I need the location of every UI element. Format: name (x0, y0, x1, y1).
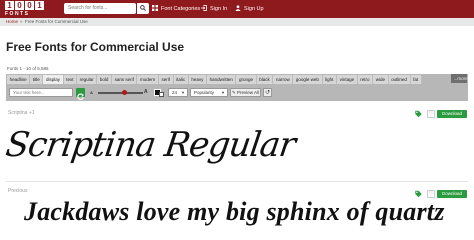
tab-headline[interactable]: headline (7, 75, 31, 84)
font-preview-sample[interactable]: Jackdaws love my big sphinx of quartz (24, 197, 445, 227)
nav-label: Sign Up (244, 6, 264, 12)
brush-icon: ✎ (231, 90, 236, 95)
tab-italic[interactable]: italic (173, 75, 189, 84)
tab-handwritten[interactable]: handwritten (206, 75, 237, 84)
nav-sign-in[interactable]: Sign In (201, 5, 227, 13)
logo-letter: 1 (5, 1, 14, 10)
tab-bold[interactable]: bold (97, 75, 112, 84)
user-icon (235, 5, 241, 11)
download-label: Download (441, 191, 462, 196)
tab-serif[interactable]: serif (158, 75, 174, 84)
license-tag-icon[interactable] (414, 110, 423, 118)
tab-light[interactable]: light (322, 75, 337, 84)
size-small-label: A (90, 90, 93, 95)
search-input[interactable]: Search for fonts... (64, 3, 136, 14)
download-button[interactable]: Download (437, 110, 467, 118)
breadcrumb: Home » Free Fonts for Commercial Use (0, 18, 474, 26)
favorite-button[interactable]: ♡ (427, 110, 435, 118)
logo-letter: 0 (25, 1, 34, 10)
logo-letter: 1 (35, 1, 44, 10)
tab-title[interactable]: title (30, 75, 44, 84)
sign-in-icon (201, 5, 207, 11)
preview-text-input[interactable]: Your text here... (9, 88, 73, 97)
refresh-icon (77, 93, 84, 100)
logo-letter: 0 (15, 1, 24, 10)
tab-vintage[interactable]: vintage (336, 75, 358, 84)
logo-word: FONTS (5, 11, 30, 17)
tab-retro[interactable]: retro (357, 75, 374, 84)
font-name[interactable]: Precious (8, 188, 27, 194)
tab-grunge[interactable]: grunge (236, 75, 257, 84)
sort-value: Popularity (194, 90, 215, 95)
tab-black[interactable]: black (256, 75, 274, 84)
size-large-label: A (144, 89, 148, 95)
search-button[interactable] (137, 3, 149, 14)
font-preview-sample[interactable]: Scriptina Regular (3, 125, 297, 165)
download-label: Download (441, 111, 462, 116)
tab-sans-serif[interactable]: sans serif (111, 75, 138, 84)
background-color-swatch[interactable] (159, 92, 164, 97)
grid-icon (152, 5, 158, 11)
nav-sign-up[interactable]: Sign Up (235, 5, 264, 13)
top-header: 1 0 0 1 FONTS Search for fonts... Font C… (0, 0, 474, 18)
search-icon (140, 5, 146, 11)
nav-font-categories[interactable]: Font Categories (152, 5, 200, 13)
font-name[interactable]: Scriptina +1 (8, 110, 35, 116)
nav-label: Sign In (210, 6, 228, 12)
undo-icon: ↺ (264, 89, 271, 96)
tab-google-web[interactable]: google web (293, 75, 323, 84)
chevron-down-icon: ▼ (221, 90, 225, 95)
tab-modern[interactable]: modern (137, 75, 159, 84)
per-page-value: 24 (172, 90, 178, 95)
heart-icon: ♡ (428, 111, 434, 117)
breadcrumb-current: Free Fonts for Commercial Use (25, 19, 88, 24)
page-title: Free Fonts for Commercial Use (6, 40, 185, 54)
nav-label: Font Categories (161, 6, 201, 12)
site-logo[interactable]: 1 0 0 1 FONTS (3, 0, 53, 18)
tab-regular[interactable]: regular (77, 75, 98, 84)
size-slider-knob[interactable] (121, 90, 127, 95)
category-tabs: headline title display text regular bold sans … (7, 75, 422, 84)
tab-text[interactable]: text (63, 75, 78, 84)
chevron-down-icon: ▼ (181, 90, 185, 95)
per-page-select[interactable]: 24 ▼ (168, 88, 188, 97)
sort-select[interactable]: Popularity ▼ (190, 88, 228, 97)
tab-outlined[interactable]: outlined (388, 75, 411, 84)
tab-more[interactable]: ...more (451, 74, 468, 83)
reset-button[interactable]: ↺ (263, 88, 272, 97)
breadcrumb-separator: » (20, 19, 23, 24)
tab-wide[interactable]: wide (373, 75, 389, 84)
tab-fat[interactable]: fat (410, 75, 422, 84)
results-count: Fonts 1 - 10 of 5,585 (7, 66, 49, 71)
apply-text-button[interactable] (76, 88, 85, 100)
preview-all-button[interactable]: ✎ Preview All (230, 88, 261, 97)
tab-narrow[interactable]: narrow (273, 75, 294, 84)
preview-all-label: Preview All (237, 90, 260, 95)
size-slider-track[interactable] (98, 92, 143, 94)
tab-heavy[interactable]: heavy (188, 75, 207, 84)
breadcrumb-home[interactable]: Home (6, 19, 18, 25)
divider (6, 181, 468, 182)
tab-display[interactable]: display (43, 75, 64, 84)
preview-toolbar: headline title display text regular bold sans … (6, 74, 468, 101)
